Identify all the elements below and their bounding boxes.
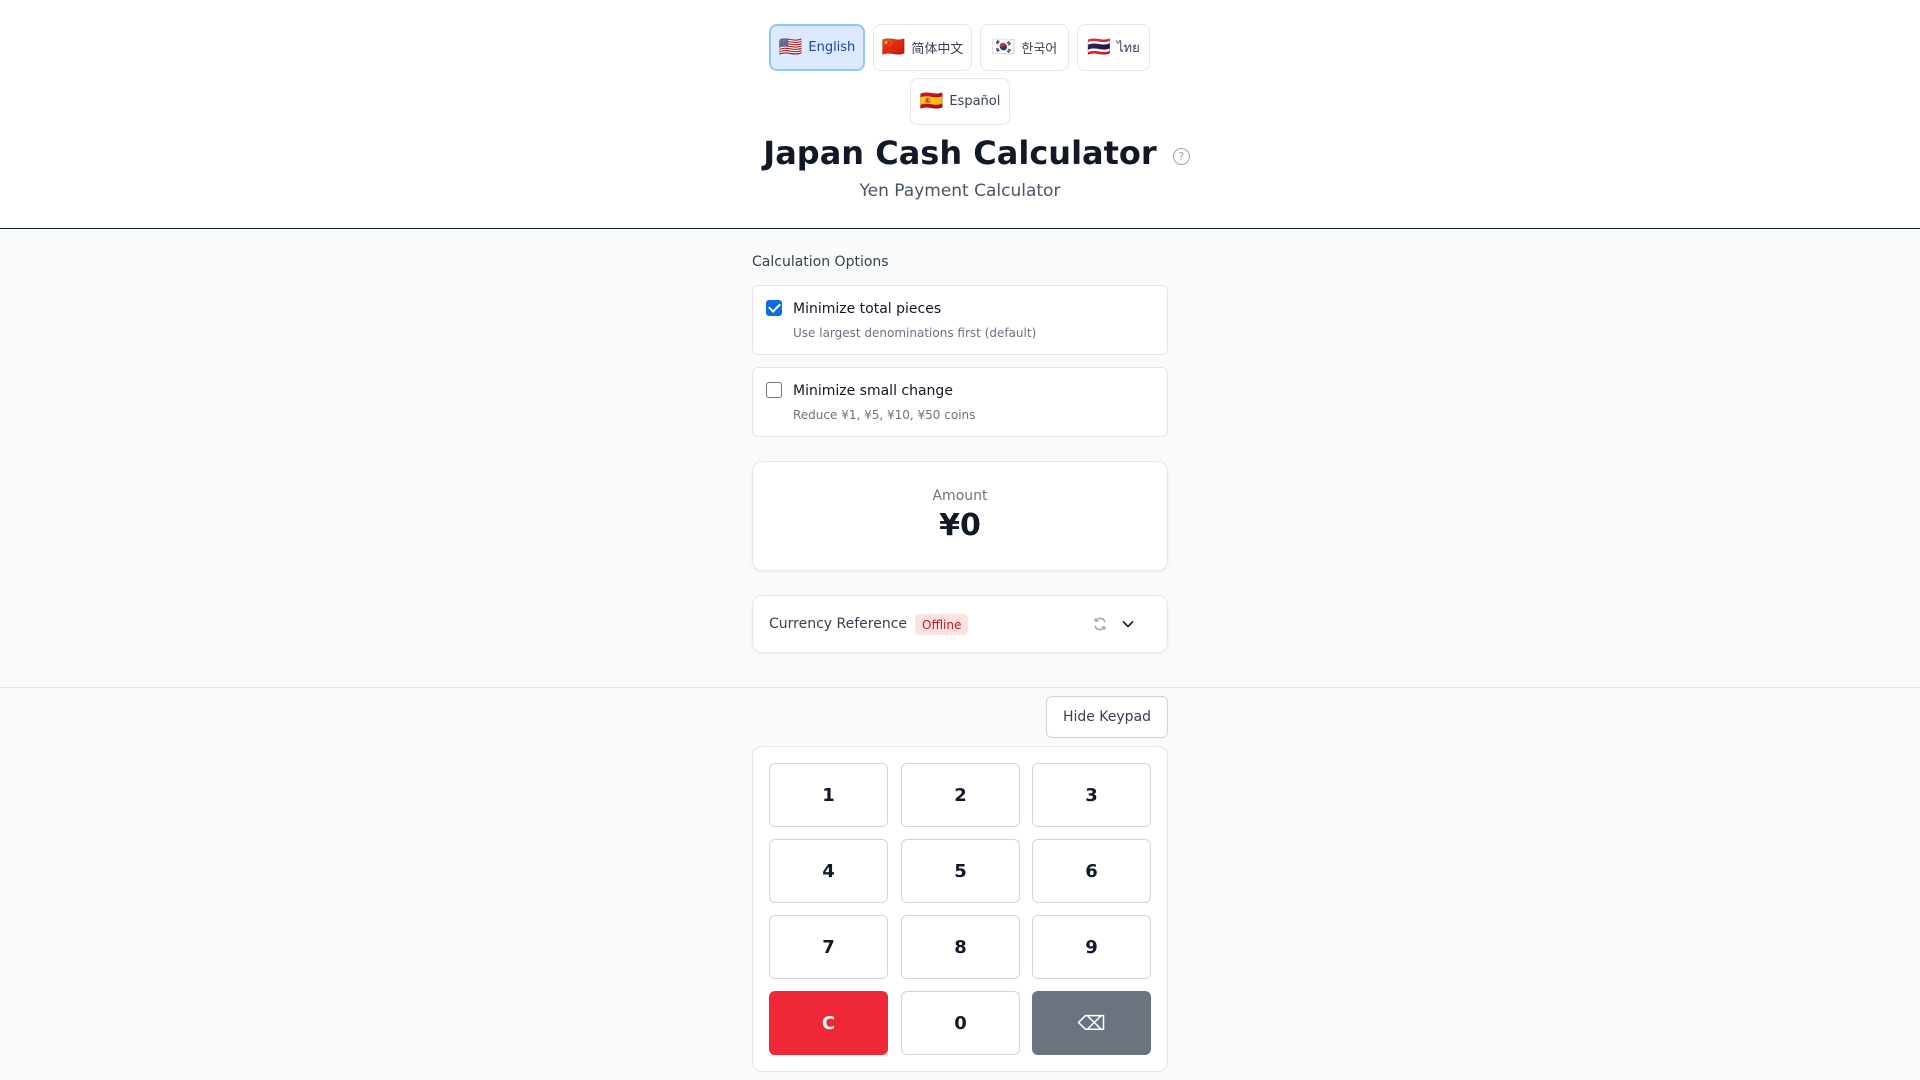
language-label: 简体中文 xyxy=(911,42,964,57)
language-thai-button[interactable]: 🇹🇭 ไทย xyxy=(1077,24,1150,71)
key-5[interactable]: 5 xyxy=(901,839,1020,903)
key-0[interactable]: 0 xyxy=(901,991,1020,1055)
key-1[interactable]: 1 xyxy=(769,763,888,827)
help-icon[interactable]: ? xyxy=(1172,148,1190,165)
option-description: Reduce ¥1, ¥5, ¥10, ¥50 coins xyxy=(793,408,976,422)
currency-reference-panel[interactable]: Currency Reference Offline xyxy=(752,595,1168,653)
key-3[interactable]: 3 xyxy=(1032,763,1151,827)
backspace-button[interactable]: ⌫ xyxy=(1032,991,1151,1055)
language-korean-button[interactable]: 🇰🇷 한국어 xyxy=(980,24,1069,71)
option-description: Use largest denominations first (default… xyxy=(793,326,1037,340)
options-section-label: Calculation Options xyxy=(752,254,889,270)
key-9[interactable]: 9 xyxy=(1032,915,1151,979)
china-flag-icon: 🇨🇳 xyxy=(881,36,906,58)
hide-keypad-button[interactable]: Hide Keypad xyxy=(1046,696,1168,738)
section-divider xyxy=(0,687,1920,688)
chevron-down-icon[interactable] xyxy=(1120,616,1136,632)
key-7[interactable]: 7 xyxy=(769,915,888,979)
language-label: ไทย xyxy=(1116,41,1140,56)
thailand-flag-icon: 🇹🇭 xyxy=(1087,36,1111,58)
korea-flag-icon: 🇰🇷 xyxy=(991,36,1016,58)
key-8[interactable]: 8 xyxy=(901,915,1020,979)
currency-reference-label: Currency Reference xyxy=(769,616,908,632)
key-4[interactable]: 4 xyxy=(769,839,888,903)
amount-display: Amount ¥0 xyxy=(752,461,1168,571)
language-english-button[interactable]: 🇺🇸 English xyxy=(769,24,865,71)
page-subtitle: Yen Payment Calculator xyxy=(859,181,1061,201)
minimize-pieces-checkbox[interactable] xyxy=(766,300,782,316)
option-title: Minimize small change xyxy=(793,383,953,399)
language-chinese-button[interactable]: 🇨🇳 简体中文 xyxy=(873,24,972,71)
language-label: Español xyxy=(949,94,1001,109)
option-minimize-small-change[interactable]: Minimize small change Reduce ¥1, ¥5, ¥10… xyxy=(752,367,1168,437)
clear-button[interactable]: C xyxy=(769,991,888,1055)
keypad: 1 2 3 4 5 6 7 8 9 C 0 ⌫ xyxy=(752,746,1168,1072)
language-label: 한국어 xyxy=(1021,42,1058,57)
language-spanish-button[interactable]: 🇪🇸 Español xyxy=(910,78,1010,125)
amount-value: ¥0 xyxy=(939,508,981,543)
us-flag-icon: 🇺🇸 xyxy=(778,36,803,58)
spain-flag-icon: 🇪🇸 xyxy=(919,90,944,112)
language-label: English xyxy=(808,40,856,55)
offline-status-badge: Offline xyxy=(915,614,969,635)
minimize-small-change-checkbox[interactable] xyxy=(766,382,782,398)
amount-label: Amount xyxy=(932,488,988,504)
option-minimize-pieces[interactable]: Minimize total pieces Use largest denomi… xyxy=(752,285,1168,355)
app-header: 🇺🇸 English 🇨🇳 简体中文 🇰🇷 한국어 🇹🇭 ไทย 🇪🇸 Espa… xyxy=(0,0,1920,229)
key-6[interactable]: 6 xyxy=(1032,839,1151,903)
key-2[interactable]: 2 xyxy=(901,763,1020,827)
page-title-row: Japan Cash Calculator ? xyxy=(0,134,1920,172)
page-title: Japan Cash Calculator xyxy=(763,134,1157,172)
option-title: Minimize total pieces xyxy=(793,301,942,317)
refresh-icon[interactable] xyxy=(1092,616,1108,632)
